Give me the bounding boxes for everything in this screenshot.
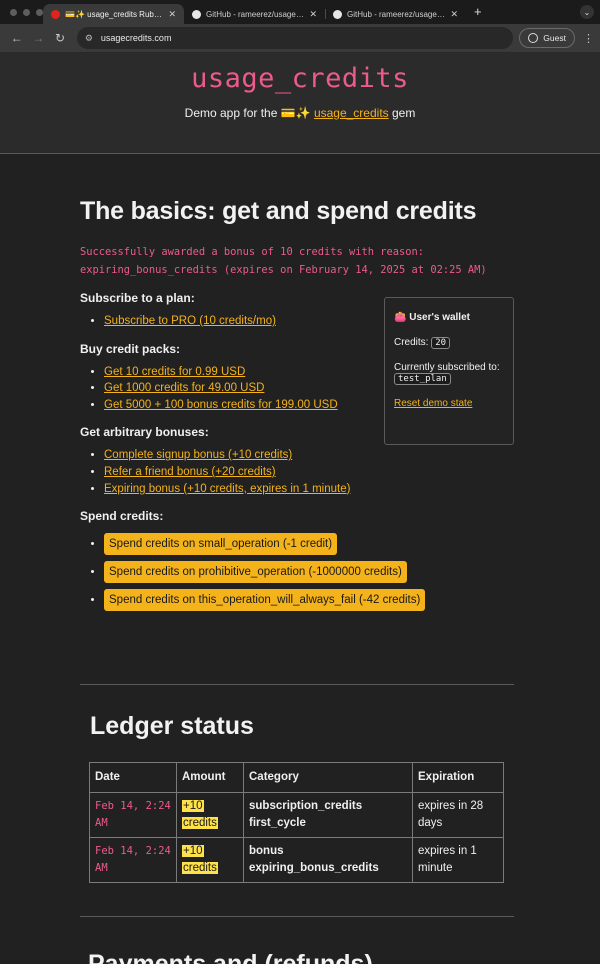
reset-demo-link[interactable]: Reset demo state [394,398,472,409]
expiration-cell: expires in 28 days [412,792,504,838]
referral-bonus-link[interactable]: Refer a friend bonus (+20 credits) [104,466,276,478]
table-row: Feb 14, 2:24 AM +10 credits bonus expirin… [89,837,504,883]
credits-row: Credits: 20 [394,337,504,349]
profile-button[interactable]: Guest [519,28,575,48]
pack-10-link[interactable]: Get 10 credits for 0.99 USD [104,366,245,378]
expiring-bonus-link[interactable]: Expiring bonus (+10 credits, expires in … [104,483,350,495]
plan-value: test_plan [394,373,451,385]
payments-heading: Payments and (refunds) [88,950,373,964]
spend-fail-button[interactable]: Spend credits on this_operation_will_alw… [104,589,426,612]
back-arrow-icon[interactable]: ← [6,31,28,45]
tab-title: GitHub - rameerez/usage_credits [206,9,305,19]
list-item: Complete signup bonus (+10 credits) [104,447,513,464]
browser-tab-bar: 💳✨ usage_credits Ruby gem ✕ GitHub - ram… [0,0,600,24]
tab-search-icon[interactable]: ⌄ [580,5,594,19]
reload-icon[interactable]: ↻ [49,31,71,45]
subscription-row: Currently subscribed to: test_plan [394,362,504,385]
browser-toolbar: ← → ↻ ⚙ usagecredits.com Guest ⋮ [0,24,600,53]
spend-small-button[interactable]: Spend credits on small_operation (-1 cre… [104,533,338,556]
amount-cell: +10 credits [176,837,244,883]
category-secondary: expiring_bonus_credits [249,862,379,874]
column-header: Category [243,762,413,793]
list-item: Spend credits on prohibitive_operation (… [104,561,513,584]
spend-list: Spend credits on small_operation (-1 cre… [104,533,513,612]
column-header: Expiration [412,762,504,793]
pack-1000-link[interactable]: Get 1000 credits for 49.00 USD [104,382,264,394]
wallet-title-text: User's wallet [409,312,470,323]
bonuses-list: Complete signup bonus (+10 credits) Refe… [104,447,513,497]
tab-title: 💳✨ usage_credits Ruby gem [65,9,165,19]
profile-label: Guest [543,33,566,43]
list-item: Refer a friend bonus (+20 credits) [104,464,513,481]
subscribe-pro-link[interactable]: Subscribe to PRO (10 credits/mo) [104,315,276,327]
site-header: usage_credits Demo app for the 💳✨ usage_… [0,53,600,154]
amount-badge: +10 credits [182,845,218,874]
credits-value: 20 [431,337,451,349]
record-icon [51,9,60,19]
section-divider [80,684,514,685]
list-item: Expiring bonus (+10 credits, expires in … [104,481,513,498]
table-row: Feb 14, 2:24 AM +10 credits subscription… [89,792,504,838]
amount-badge: +10 credits [182,800,218,829]
wallet-title: 👛 User's wallet [394,312,504,323]
expiration-cell: expires in 1 minute [412,837,504,883]
category-primary: subscription_credits [249,800,363,812]
category-cell: bonus expiring_bonus_credits [243,837,413,883]
wallet-icon: 👛 [394,312,407,323]
tab-github-2[interactable]: GitHub - rameerez/usage_credits ✕ [325,4,466,24]
maximize-window-icon[interactable] [36,9,43,16]
gem-link[interactable]: usage_credits [314,106,389,120]
basics-heading: The basics: get and spend credits [80,197,477,225]
profile-avatar-icon [528,33,539,43]
spend-label: Spend credits: [80,509,164,524]
window-controls[interactable] [0,9,43,24]
date-cell: Feb 14, 2:24 AM [89,792,177,838]
close-window-icon[interactable] [10,9,17,16]
tagline-suffix: gem [392,106,416,120]
column-header: Date [89,762,177,793]
github-icon [333,9,342,19]
signup-bonus-link[interactable]: Complete signup bonus (+10 credits) [104,449,292,461]
tab-title: GitHub - rameerez/usage_credits [347,9,446,19]
tagline-prefix: Demo app for the 💳✨ [184,106,311,120]
section-divider [80,916,514,917]
close-tab-icon[interactable]: ✕ [309,9,317,20]
kebab-menu-icon[interactable]: ⋮ [583,32,594,45]
close-tab-icon[interactable]: ✕ [168,9,176,20]
pack-5000-link[interactable]: Get 5000 + 100 bonus credits for 199.00 … [104,399,338,411]
reset-row: Reset demo state [394,398,504,409]
spend-prohibitive-button[interactable]: Spend credits on prohibitive_operation (… [104,561,407,584]
forward-arrow-icon[interactable]: → [28,31,50,45]
amount-cell: +10 credits [176,792,244,838]
list-item: Spend credits on small_operation (-1 cre… [104,533,513,556]
url-text: usagecredits.com [100,33,172,43]
category-cell: subscription_credits first_cycle [243,792,413,838]
minimize-window-icon[interactable] [23,9,30,16]
column-header: Amount [176,762,244,793]
wallet-card: 👛 User's wallet Credits: 20 Currently su… [384,297,514,445]
table-header-row: Date Amount Category Expiration [89,762,504,793]
tagline: Demo app for the 💳✨ usage_credits gem [0,106,600,120]
category-secondary: first_cycle [249,817,306,829]
credits-label: Credits: [394,337,429,348]
category-primary: bonus [249,845,284,857]
close-tab-icon[interactable]: ✕ [450,9,458,20]
tab-usage-credits[interactable]: 💳✨ usage_credits Ruby gem ✕ [43,4,184,24]
site-title: usage_credits [191,63,409,94]
subscribed-label: Currently subscribed to: [394,362,500,373]
github-icon [192,9,201,19]
ledger-heading: Ledger status [90,712,254,740]
ledger-table: Date Amount Category Expiration Feb 14, … [89,762,504,883]
date-cell: Feb 14, 2:24 AM [89,837,177,883]
list-item: Spend credits on this_operation_will_alw… [104,589,513,612]
flash-message: Successfully awarded a bonus of 10 credi… [80,246,487,276]
tab-github-1[interactable]: GitHub - rameerez/usage_credits ✕ [184,4,325,24]
address-bar[interactable]: ⚙ usagecredits.com [76,27,514,49]
new-tab-button[interactable]: + [466,4,482,24]
site-info-icon[interactable]: ⚙ [85,33,93,44]
